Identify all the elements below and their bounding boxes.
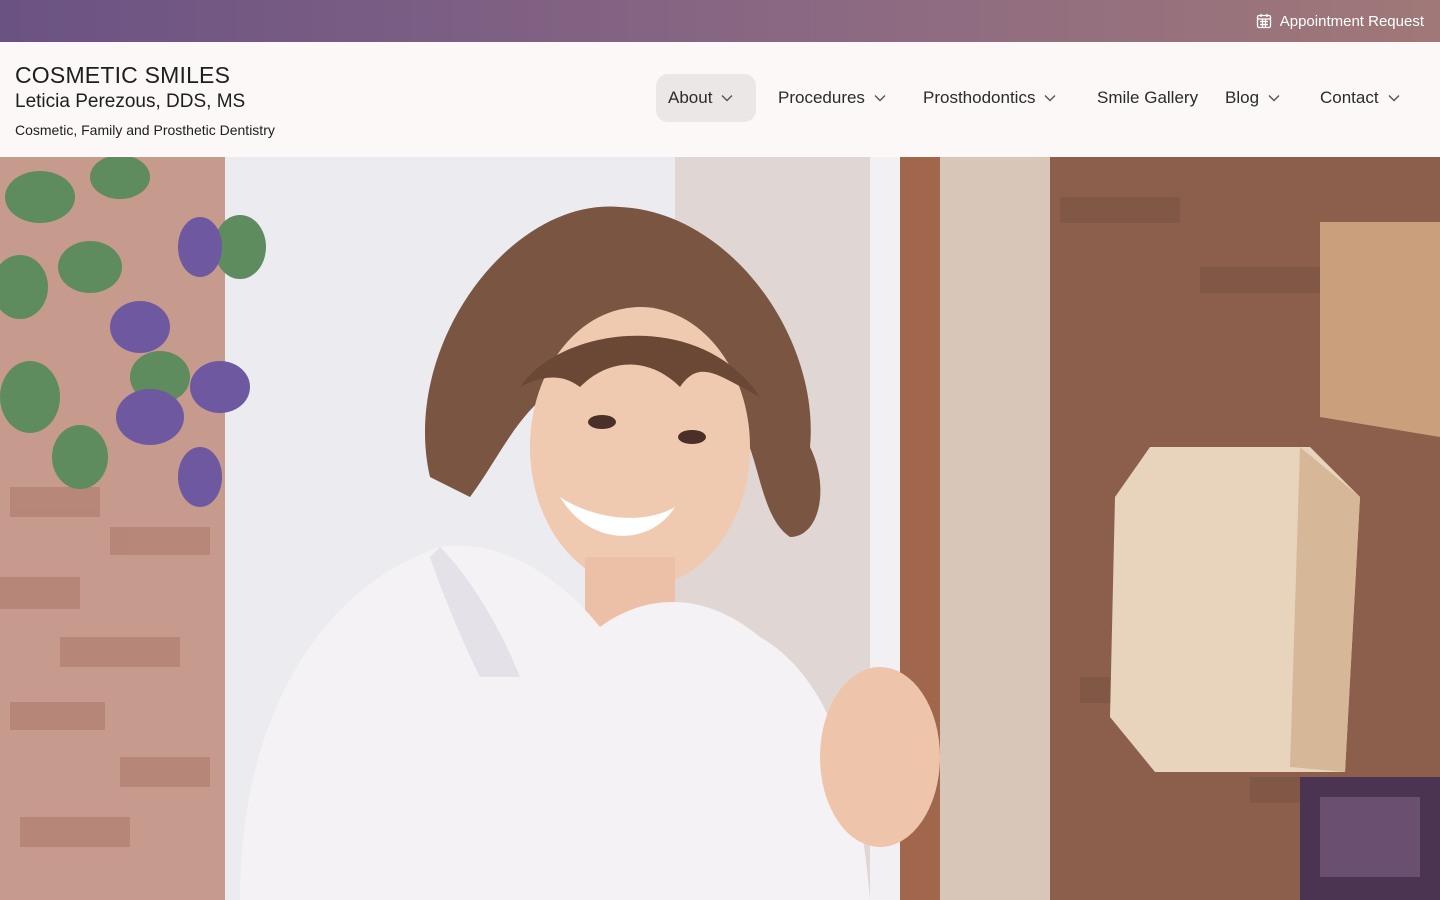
hero-heading <box>140 881 1240 900</box>
nav-item-blog[interactable]: Blog <box>1225 74 1280 122</box>
chevron-down-icon <box>721 94 733 102</box>
hero-banner <box>0 157 1440 900</box>
brand-tagline: Cosmetic, Family and Prosthetic Dentistr… <box>15 122 275 138</box>
chevron-down-icon <box>1044 94 1056 102</box>
main-nav: About Procedures Prosthodontics Smile Ga… <box>0 74 1440 122</box>
appointment-request-link[interactable]: Appointment Request <box>1256 11 1424 31</box>
nav-item-prosthodontics[interactable]: Prosthodontics <box>923 74 1056 122</box>
nav-item-label: Contact <box>1320 88 1379 107</box>
nav-item-about[interactable]: About <box>656 74 756 122</box>
nav-item-contact[interactable]: Contact <box>1320 74 1400 122</box>
nav-item-label: Procedures <box>778 88 865 107</box>
smiling-woman-photo <box>0 157 1440 900</box>
appointment-request-label: Appointment Request <box>1279 12 1424 30</box>
chevron-down-icon <box>874 94 886 102</box>
chevron-down-icon <box>1268 94 1280 102</box>
calendar-icon <box>1256 13 1272 29</box>
nav-item-label: Blog <box>1225 88 1260 107</box>
nav-item-procedures[interactable]: Procedures <box>778 74 886 122</box>
nav-item-label: About <box>668 88 713 107</box>
nav-item-smile-gallery[interactable]: Smile Gallery <box>1097 74 1198 122</box>
site-header: COSMETIC SMILES Leticia Perezous, DDS, M… <box>0 42 1440 157</box>
nav-item-label: Smile Gallery <box>1097 88 1199 107</box>
top-bar: Appointment Request <box>0 0 1440 42</box>
chevron-down-icon <box>1388 94 1400 102</box>
nav-item-label: Prosthodontics <box>923 88 1036 107</box>
